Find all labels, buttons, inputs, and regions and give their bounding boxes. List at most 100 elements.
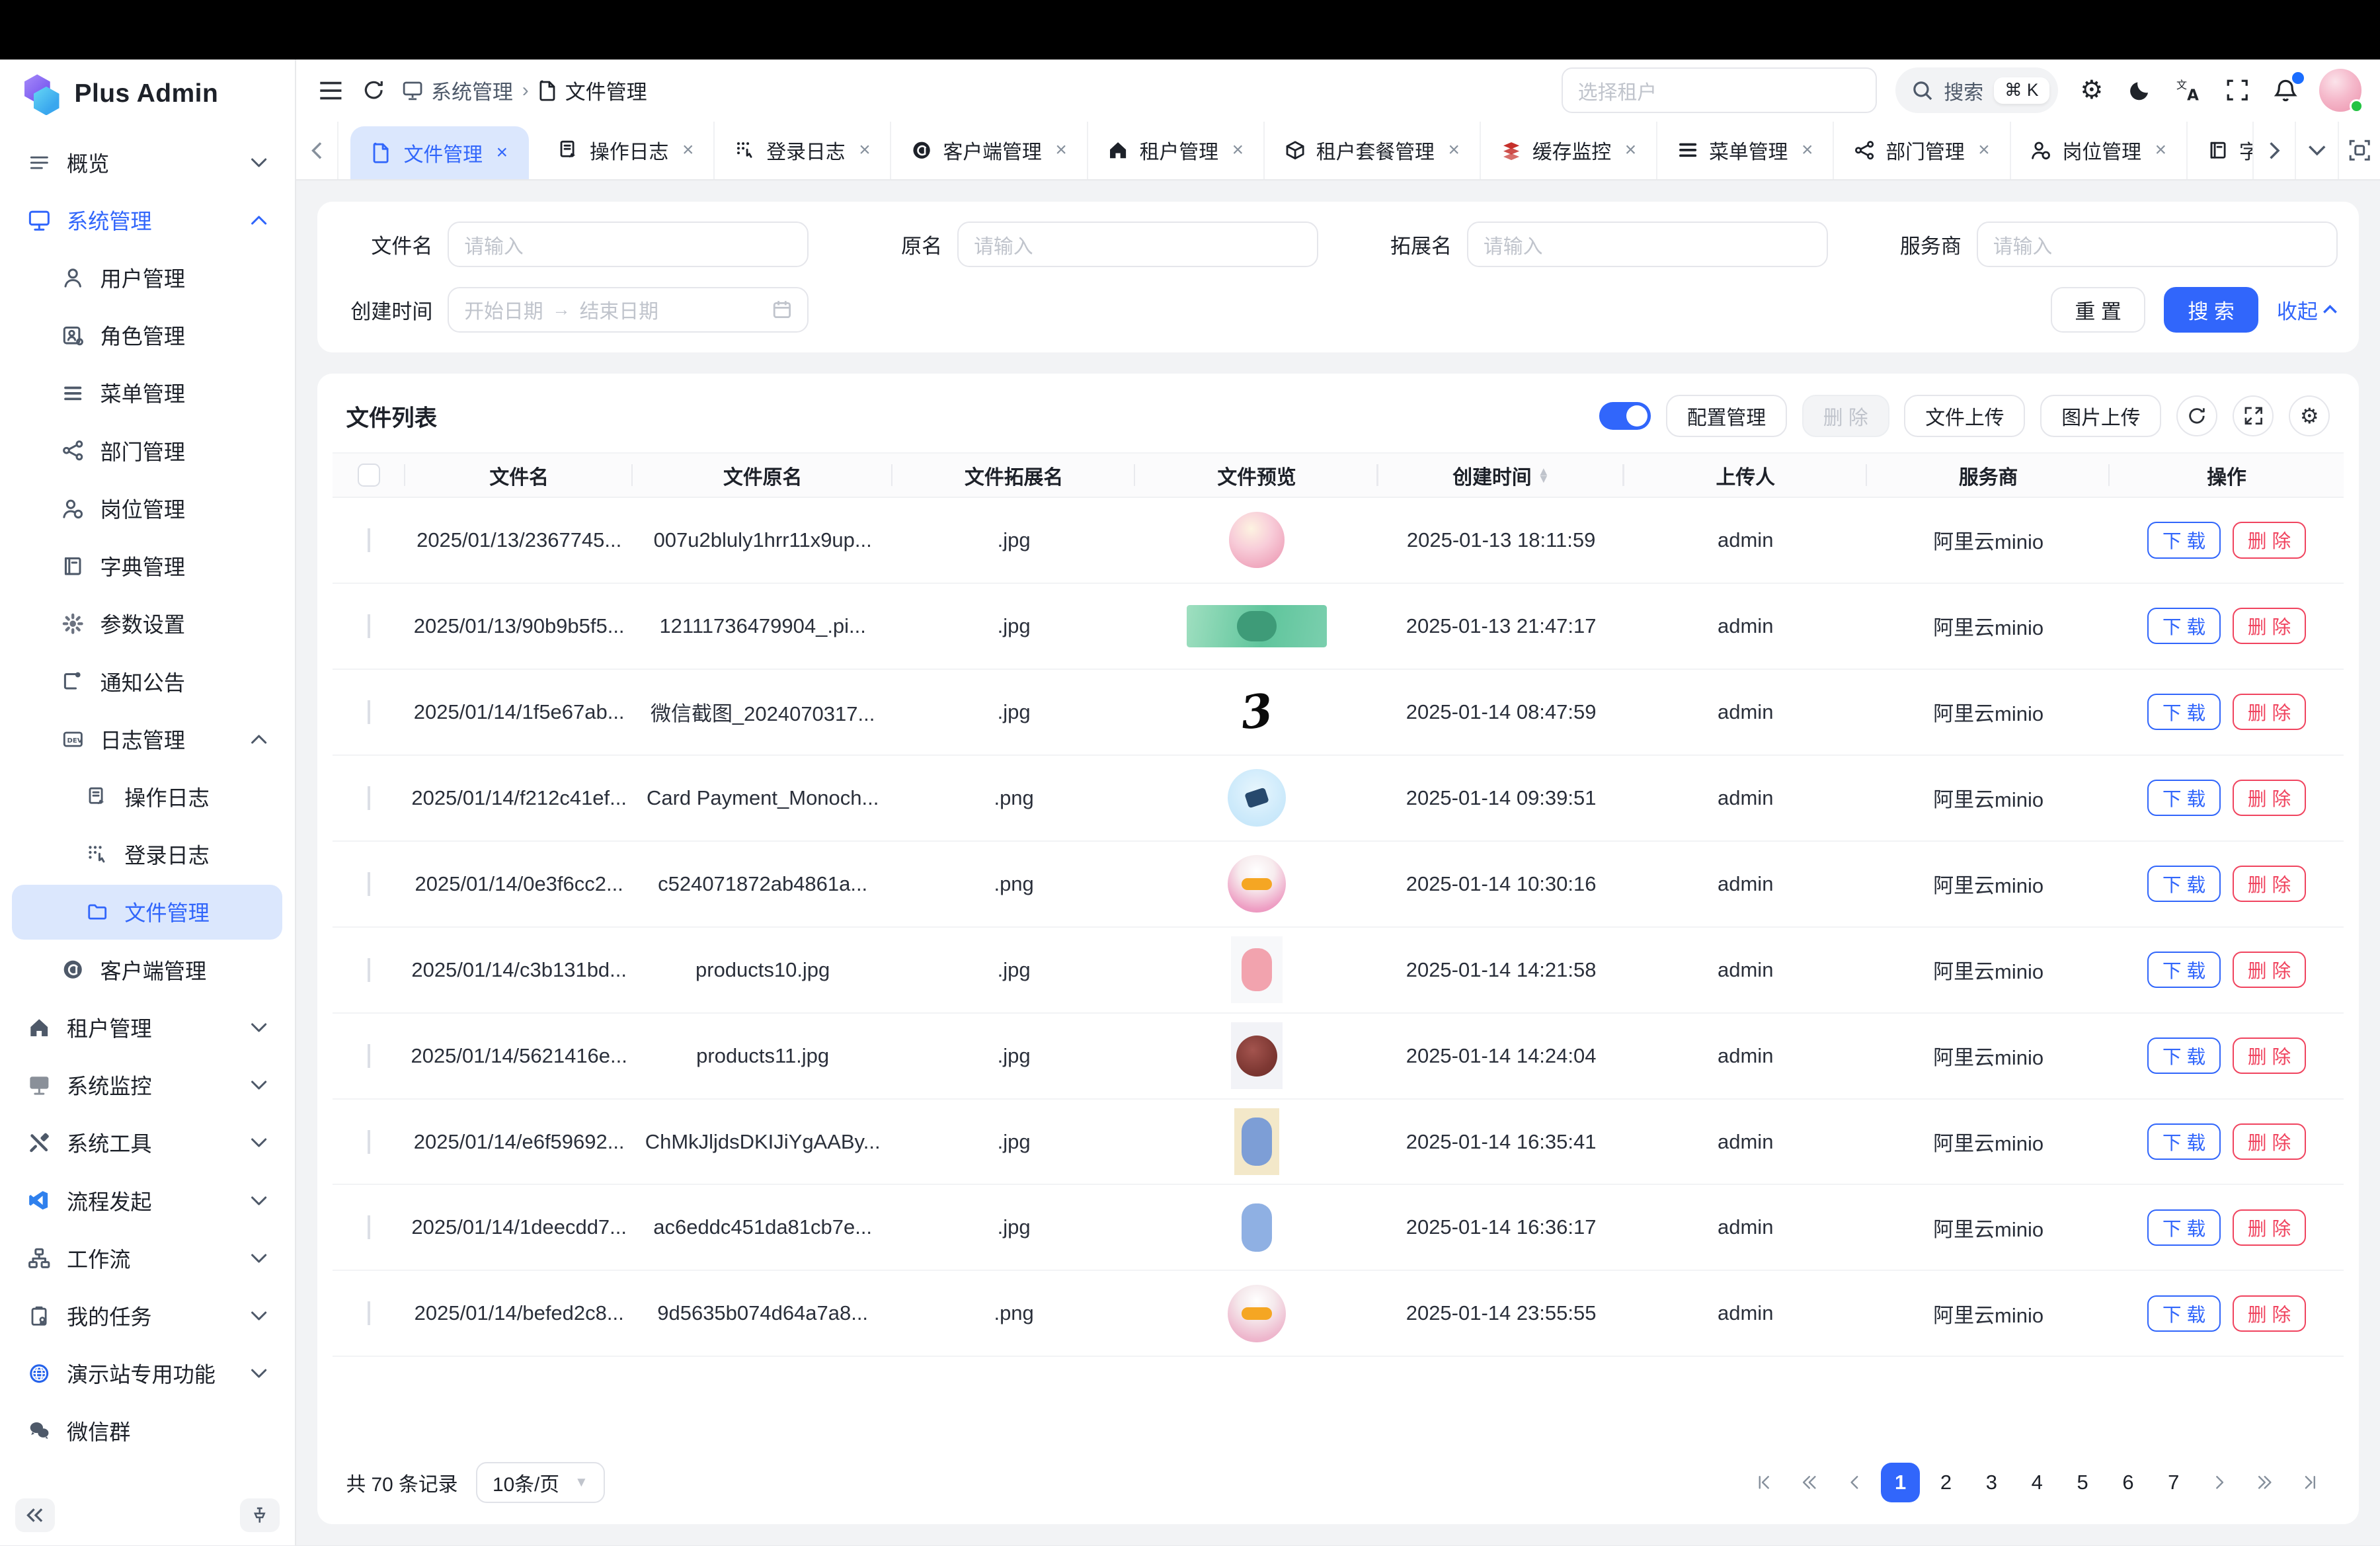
delete-button[interactable]: 删 除 [2233,866,2306,902]
tab-cache-monitor[interactable]: 缓存监控× [1481,122,1657,180]
menu-toggle-icon[interactable] [317,77,344,104]
original-name-input[interactable]: 请输入 [957,222,1318,267]
sidebar-item-dict-management[interactable]: 字典管理 [12,539,282,594]
sidebar-item-my-tasks[interactable]: 我的任务 [12,1289,282,1344]
column-header[interactable]: 文件名 [405,454,633,497]
tab-operation-log[interactable]: 操作日志× [538,122,715,180]
delete-button[interactable]: 删 除 [2233,522,2306,558]
tab-close-icon[interactable]: × [496,142,508,164]
tab-close-icon[interactable]: × [682,139,694,161]
first-page-button[interactable] [1744,1463,1784,1502]
page-1-button[interactable]: 1 [1881,1463,1921,1502]
delete-button[interactable]: 删 除 [2233,1037,2306,1074]
table-settings-button[interactable]: ⚙ [2289,395,2330,436]
sidebar-item-dept-management[interactable]: 部门管理 [12,423,282,478]
sidebar-item-post-management[interactable]: 岗位管理 [12,481,282,536]
row-checkbox[interactable] [368,958,370,982]
config-toggle[interactable] [1599,402,1651,429]
config-management-button[interactable]: 配置管理 [1666,395,1787,437]
download-button[interactable]: 下 载 [2147,866,2221,902]
file-preview-thumbnail[interactable] [1228,855,1285,913]
search-button[interactable]: 搜 索 [2164,287,2258,333]
delete-button[interactable]: 删 除 [2233,1123,2306,1160]
fullscreen-icon[interactable] [2222,75,2252,106]
sidebar-item-notice[interactable]: 通知公告 [12,654,282,709]
tab-dict-management[interactable]: 字典管理× [2188,122,2252,180]
file-preview-thumbnail[interactable] [1187,605,1326,647]
sidebar-item-workflow[interactable]: 工作流 [12,1231,282,1285]
prev-page-button[interactable] [1835,1463,1875,1502]
tabs-dropdown-button[interactable] [2295,122,2337,180]
app-logo[interactable]: Plus Admin [0,60,295,126]
table-fullscreen-button[interactable] [2233,395,2274,436]
file-preview-thumbnail[interactable] [1231,1022,1283,1089]
tab-close-icon[interactable]: × [1978,139,1989,161]
download-button[interactable]: 下 载 [2147,522,2221,558]
tab-file-management[interactable]: 文件管理× [350,126,529,180]
table-refresh-button[interactable] [2176,395,2217,436]
collapse-filters-link[interactable]: 收起 [2277,295,2338,325]
page-4-button[interactable]: 4 [2017,1463,2057,1502]
column-header[interactable]: 服务商 [1867,454,2110,497]
download-button[interactable]: 下 载 [2147,780,2221,816]
file-preview-thumbnail[interactable]: 3 [1210,685,1304,740]
jump-back-button[interactable] [1790,1463,1829,1502]
sidebar-item-log-management[interactable]: DEV日志管理 [12,712,282,766]
file-preview-thumbnail[interactable] [1234,1108,1280,1175]
tab-close-icon[interactable]: × [1232,139,1244,161]
page-2-button[interactable]: 2 [1926,1463,1966,1502]
tab-client-management[interactable]: 客户端管理× [891,122,1088,180]
refresh-icon[interactable] [360,77,387,104]
global-search-button[interactable]: 搜索 ⌘ K [1895,67,2058,113]
dark-mode-moon-icon[interactable] [2125,75,2155,106]
tab-login-log[interactable]: 登录日志× [715,122,891,180]
file-preview-thumbnail[interactable] [1231,936,1283,1003]
date-range-input[interactable]: 开始日期 → 结束日期 [448,287,809,333]
notifications-bell-icon[interactable] [2271,75,2301,106]
download-button[interactable]: 下 载 [2147,952,2221,988]
column-header[interactable]: 操作 [2110,454,2344,497]
sidebar-item-operation-log[interactable]: 操作日志 [12,770,282,825]
page-3-button[interactable]: 3 [1972,1463,2012,1502]
row-checkbox[interactable] [368,614,370,638]
delete-button[interactable]: 删 除 [2233,694,2306,730]
sidebar-item-role-management[interactable]: 角色管理 [12,308,282,363]
column-header[interactable]: 创建时间▲▼ [1378,454,1624,497]
row-checkbox[interactable] [368,1130,370,1154]
download-button[interactable]: 下 载 [2147,1037,2221,1074]
sidebar-pin-button[interactable] [240,1498,280,1532]
column-header[interactable]: 文件拓展名 [892,454,1135,497]
download-button[interactable]: 下 载 [2147,1123,2221,1160]
file-name-input[interactable]: 请输入 [448,222,809,267]
delete-button[interactable]: 删 除 [2233,780,2306,816]
tab-post-management[interactable]: 岗位管理× [2011,122,2188,180]
delete-button[interactable]: 删 除 [2233,608,2306,644]
row-checkbox[interactable] [368,786,370,810]
tab-close-icon[interactable]: × [859,139,870,161]
tab-dept-management[interactable]: 部门管理× [1834,122,2010,180]
breadcrumb-current[interactable]: 文件管理 [537,75,647,105]
file-preview-thumbnail[interactable] [1231,1194,1283,1261]
column-header[interactable]: 文件预览 [1135,454,1378,497]
delete-button[interactable]: 删 除 [2233,952,2306,988]
tab-close-icon[interactable]: × [1055,139,1066,161]
column-header[interactable]: 上传人 [1624,454,1867,497]
page-6-button[interactable]: 6 [2108,1463,2148,1502]
next-page-button[interactable] [2200,1463,2239,1502]
tab-close-icon[interactable]: × [1802,139,1813,161]
extension-input[interactable]: 请输入 [1467,222,1828,267]
page-5-button[interactable]: 5 [2063,1463,2102,1502]
jump-forward-button[interactable] [2245,1463,2285,1502]
translate-icon[interactable]: 文A [2174,75,2204,106]
sidebar-item-user-management[interactable]: 用户管理 [12,251,282,305]
sidebar-item-system-tools[interactable]: 系统工具 [12,1116,282,1170]
sidebar-item-client-management[interactable]: 客户端管理 [12,942,282,997]
tab-tenant-management[interactable]: 租户管理× [1088,122,1265,180]
page-7-button[interactable]: 7 [2154,1463,2194,1502]
row-checkbox[interactable] [368,528,370,552]
download-button[interactable]: 下 载 [2147,608,2221,644]
tenant-select[interactable]: 选择租户 [1562,67,1878,113]
file-preview-thumbnail[interactable] [1229,512,1285,568]
tab-close-icon[interactable]: × [1448,139,1460,161]
download-button[interactable]: 下 载 [2147,1209,2221,1246]
